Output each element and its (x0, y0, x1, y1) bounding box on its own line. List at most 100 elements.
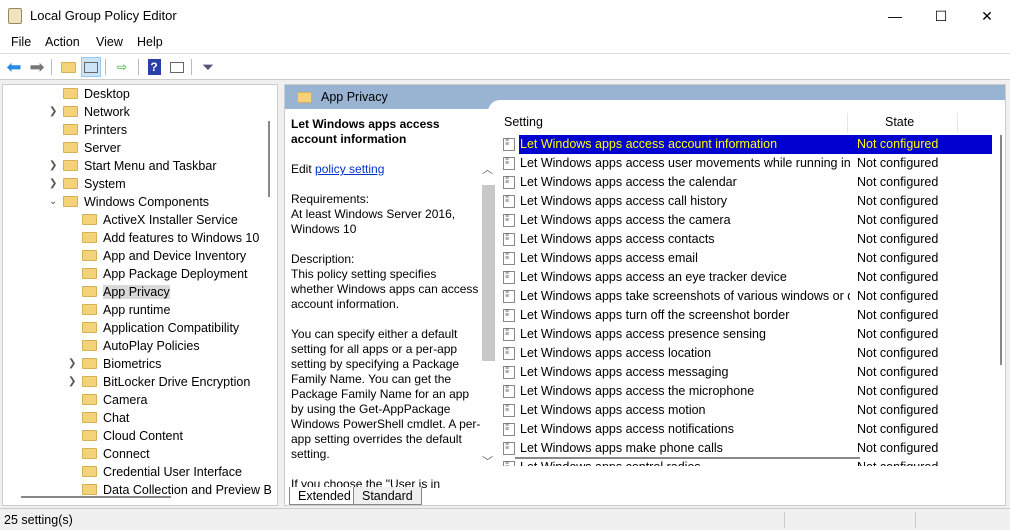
expand-chevron-icon[interactable]: ❯ (68, 373, 76, 391)
table-row[interactable]: ≡ ≡ Let Windows apps access the camera Not … (498, 211, 992, 230)
list-scrollbar[interactable] (997, 105, 1005, 465)
tree-item[interactable]: App runtime (82, 301, 170, 319)
status-bar: 25 setting(s) (0, 508, 1010, 530)
tree-item[interactable]: Credential User Interface (82, 463, 242, 481)
column-divider[interactable] (957, 113, 958, 133)
show-hide-action-pane-icon[interactable] (167, 57, 187, 77)
list-rows: ≡ ≡ Let Windows apps access account inform… (498, 135, 998, 466)
policy-setting-link[interactable]: policy setting (315, 162, 384, 176)
tree-item[interactable]: Chat (82, 409, 129, 427)
show-hide-tree-icon[interactable] (81, 57, 101, 77)
setting-name: Let Windows apps access messaging (520, 365, 729, 379)
tree-scrollbar-thumb[interactable] (268, 121, 270, 197)
policy-setting-icon: ≡≡ (503, 213, 515, 227)
setting-state: Not configured (857, 251, 939, 265)
table-row[interactable]: ≡≡ Let Windows apps control radios Not con… (498, 458, 992, 466)
tree-item[interactable]: ❯ Start Menu and Taskbar (49, 157, 216, 175)
help-icon[interactable]: ? (144, 57, 164, 77)
table-row[interactable]: ≡ ≡ Let Windows apps access email Not confi… (498, 249, 992, 268)
expand-chevron-icon[interactable]: ❯ (68, 355, 76, 373)
table-row[interactable]: ≡ ≡ Let Windows apps turn off the screensh… (498, 306, 992, 325)
maximize-button[interactable]: ☐ (918, 0, 964, 32)
menu-help[interactable]: Help (137, 35, 163, 49)
tree-item[interactable]: Printers (63, 121, 127, 139)
tree-item[interactable]: ❯ System (49, 175, 126, 193)
table-row[interactable]: ≡ ≡ Let Windows apps access account inform… (498, 135, 992, 154)
back-icon[interactable]: ⬅ (4, 57, 24, 77)
scrollbar-thumb[interactable] (1000, 135, 1002, 365)
tree-item[interactable]: ActiveX Installer Service (82, 211, 238, 229)
expand-chevron-icon[interactable]: ❯ (49, 175, 57, 193)
table-row[interactable]: ≡ ≡ Let Windows apps access the calendar No… (498, 173, 992, 192)
tree-item[interactable]: ❯ BitLocker Drive Encryption (68, 373, 250, 391)
filter-icon[interactable]: ⏷ (198, 57, 218, 77)
tree-item[interactable]: Camera (82, 391, 147, 409)
tree-item[interactable]: ❯ Biometrics (68, 355, 161, 373)
list-horizontal-scrollbar[interactable] (515, 457, 860, 459)
export-list-icon[interactable]: ⇨ (112, 57, 132, 77)
table-row[interactable]: ≡ ≡ Let Windows apps access call history No… (498, 192, 992, 211)
folder-icon (82, 466, 97, 477)
folder-icon (82, 358, 97, 369)
tree-item[interactable]: Application Compatibility (82, 319, 239, 337)
setting-state: Not configured (857, 232, 939, 246)
menu-action[interactable]: Action (45, 35, 80, 49)
setting-name: Let Windows apps access location (520, 346, 712, 360)
table-row[interactable]: ≡ ≡ Let Windows apps access the microphone… (498, 382, 992, 401)
folder-icon (82, 214, 97, 225)
table-row[interactable]: ≡ ≡ Let Windows apps access motion Not conf… (498, 401, 992, 420)
folder-icon (82, 412, 97, 423)
folder-icon (82, 304, 97, 315)
table-row[interactable]: ≡ ≡ Let Windows apps access user movements… (498, 154, 992, 173)
tree-item-label: Add features to Windows 10 (103, 231, 260, 245)
tree-item[interactable]: App and Device Inventory (82, 247, 246, 265)
tree-item[interactable]: Desktop (63, 85, 130, 103)
expand-chevron-icon[interactable]: ❯ (49, 157, 57, 175)
scroll-up-icon[interactable]: ︿ (482, 161, 493, 177)
scroll-down-icon[interactable]: ﹀ (482, 453, 493, 469)
description-title: Let Windows apps access account informat… (291, 117, 440, 146)
menu-file[interactable]: File (11, 35, 31, 49)
collapse-chevron-icon[interactable]: ⌄ (49, 193, 57, 211)
tree-item[interactable]: Connect (82, 445, 150, 463)
minimize-button[interactable]: — (872, 0, 918, 32)
setting-state: Not configured (857, 270, 939, 284)
tree-item[interactable]: AutoPlay Policies (82, 337, 200, 355)
column-divider[interactable] (847, 113, 848, 133)
column-header-setting[interactable]: Setting (504, 115, 543, 129)
setting-state: Not configured (857, 441, 939, 455)
table-row[interactable]: ≡ ≡ Let Windows apps access contacts Not co… (498, 230, 992, 249)
tree-item[interactable]: App Package Deployment (82, 265, 248, 283)
folder-icon (63, 196, 78, 207)
tab-extended[interactable]: Extended (289, 487, 360, 505)
setting-state: Not configured (857, 194, 939, 208)
table-row[interactable]: ≡ ≡ Let Windows apps make phone calls Not c… (498, 439, 992, 458)
close-button[interactable]: ✕ (964, 0, 1010, 32)
tree-pane: Desktop ❯ Network Printers Server ❯ Start Menu… (2, 84, 278, 506)
column-header-state[interactable]: State (885, 115, 914, 129)
expand-chevron-icon[interactable]: ❯ (49, 103, 57, 121)
tab-standard[interactable]: Standard (353, 487, 422, 505)
tree-item[interactable]: Cloud Content (82, 427, 183, 445)
tree-item[interactable]: Server (63, 139, 121, 157)
scrollbar-thumb[interactable] (482, 185, 495, 361)
policy-setting-icon: ≡≡ (503, 175, 515, 189)
tree-item[interactable]: ⌄ Windows Components (49, 193, 209, 211)
table-row[interactable]: ≡ ≡ Let Windows apps take screenshots of v… (498, 287, 992, 306)
table-row[interactable]: ≡ ≡ Let Windows apps access location Not co… (498, 344, 992, 363)
table-row[interactable]: ≡ ≡ Let Windows apps access an eye tracker… (498, 268, 992, 287)
tree-horizontal-scrollbar[interactable] (21, 496, 171, 498)
tree-item[interactable]: Add features to Windows 10 (82, 229, 259, 247)
tree-item[interactable]: ❯ Network (49, 103, 130, 121)
setting-name: Let Windows apps access call history (520, 194, 728, 208)
forward-icon[interactable]: ➡ (27, 57, 47, 77)
tree-item[interactable]: App Privacy (82, 283, 170, 301)
up-folder-icon[interactable] (58, 57, 78, 77)
table-row[interactable]: ≡ ≡ Let Windows apps access messaging Not c… (498, 363, 992, 382)
folder-icon (82, 340, 97, 351)
table-row[interactable]: ≡ ≡ Let Windows apps access presence sensi… (498, 325, 992, 344)
description-scrollbar[interactable]: ︿ ﹀ (482, 155, 495, 471)
menu-view[interactable]: View (96, 35, 123, 49)
table-row[interactable]: ≡ ≡ Let Windows apps access notifications N… (498, 420, 992, 439)
folder-icon (82, 448, 97, 459)
